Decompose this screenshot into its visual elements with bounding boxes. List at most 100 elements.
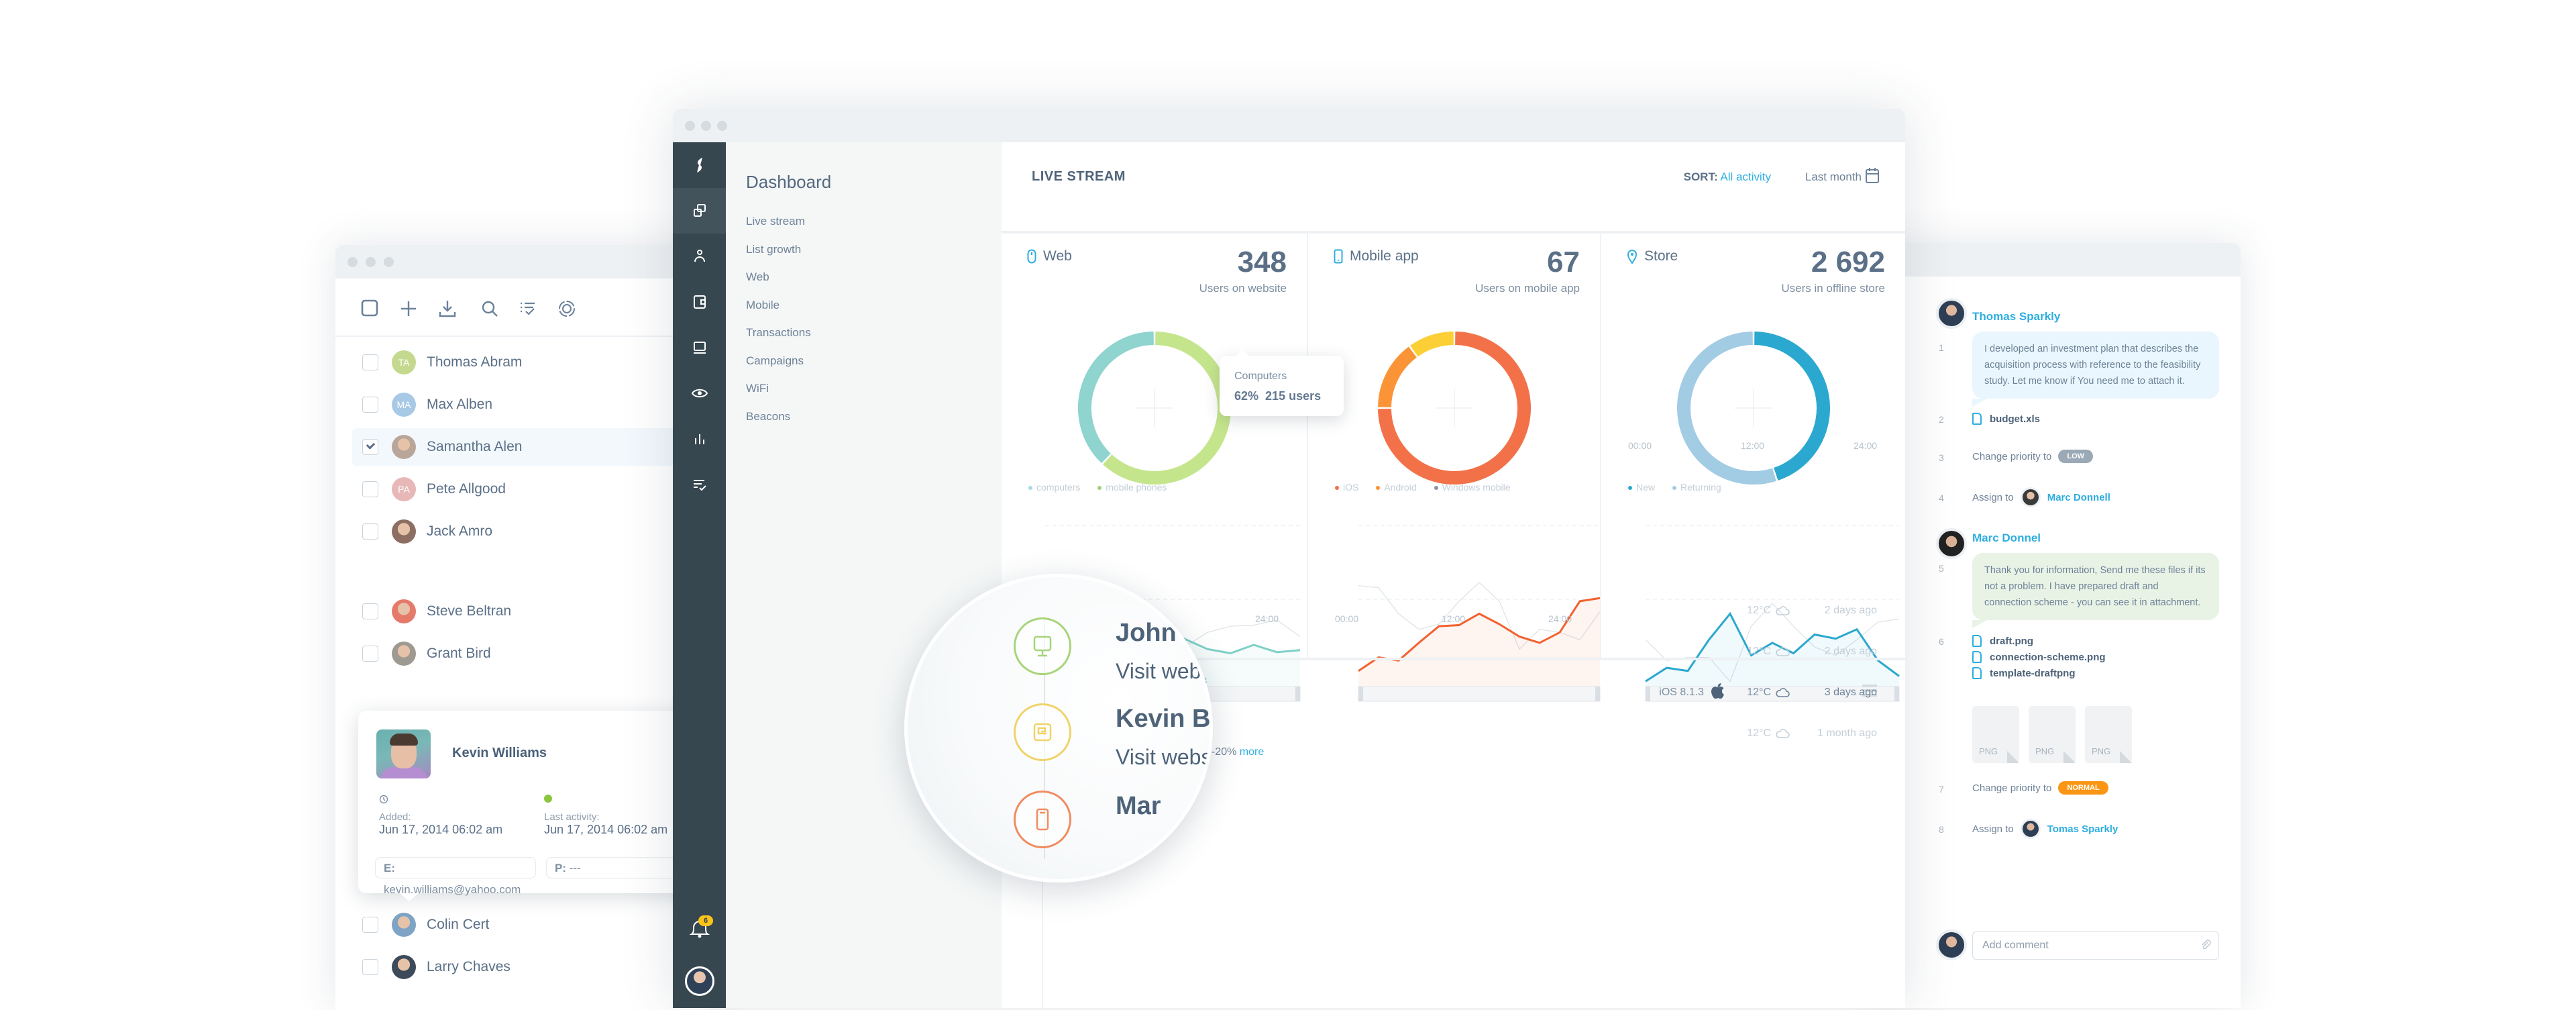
user-avatar[interactable]	[685, 966, 714, 996]
sort-value[interactable]: All activity	[1720, 170, 1771, 183]
contact-checkbox[interactable]	[362, 439, 378, 455]
attachment-draft[interactable]: draft.png	[1972, 635, 2033, 647]
attachment-connection-scheme[interactable]: connection-scheme.png	[1972, 651, 2106, 663]
contact-name[interactable]: Max Alben	[427, 397, 492, 413]
donut-slice-computers[interactable]	[1077, 332, 1154, 464]
sort-control[interactable]: SORT: All activity	[1684, 170, 1771, 184]
window-dot-minimize[interactable]	[701, 121, 711, 131]
calendar-icon[interactable]	[1865, 166, 1880, 184]
donut-slice-new[interactable]	[1754, 332, 1830, 481]
search-icon[interactable]	[480, 299, 500, 319]
rail-laptop[interactable]	[673, 325, 726, 370]
contact-checkbox[interactable]	[362, 481, 378, 497]
rail-devices[interactable]	[673, 188, 726, 234]
contact-name[interactable]: Colin Cert	[427, 917, 489, 933]
contact-checkbox[interactable]	[362, 397, 378, 413]
nav-item-mobile[interactable]: Mobile	[746, 299, 780, 312]
assignee-link[interactable]: Tomas Sparkly	[2047, 823, 2118, 835]
contact-row[interactable]: Samantha Alen	[352, 428, 674, 466]
nav-item-live-stream[interactable]: Live stream	[746, 215, 805, 228]
avatar-marc-donnell	[2020, 487, 2041, 507]
users-count: 67	[1547, 246, 1580, 279]
png-thumbnail[interactable]: PNG	[1972, 706, 2019, 763]
download-icon[interactable]	[437, 299, 458, 319]
rail-tasks[interactable]	[673, 462, 726, 507]
window-dot-maximize[interactable]	[717, 121, 727, 131]
png-thumbnail[interactable]: PNG	[2085, 706, 2132, 763]
support-icon[interactable]	[557, 299, 577, 319]
contact-checkbox[interactable]	[362, 959, 378, 975]
nav-item-wifi[interactable]: WiFi	[746, 382, 769, 395]
file-icon	[1972, 667, 1982, 679]
contact-row[interactable]: Larry Chaves	[352, 948, 674, 986]
contact-checkbox[interactable]	[362, 603, 378, 619]
contact-checkbox[interactable]	[362, 646, 378, 662]
contact-row[interactable]: PA Pete Allgood	[352, 470, 674, 508]
contact-row[interactable]: MA Max Alben	[352, 386, 674, 423]
window-dot-minimize[interactable]	[366, 257, 376, 267]
contact-row[interactable]: Jack Amro	[352, 513, 674, 550]
nav-item-beacons[interactable]: Beacons	[746, 410, 790, 423]
cloud-icon	[1776, 606, 1790, 615]
app-logo[interactable]	[673, 142, 726, 188]
donut-slice-windows-mobile[interactable]	[1409, 332, 1454, 357]
contact-checkbox[interactable]	[362, 523, 378, 540]
legend-item[interactable]: Android	[1376, 482, 1417, 493]
nav-item-list-growth[interactable]: List growth	[746, 243, 801, 256]
contact-name[interactable]: Larry Chaves	[427, 959, 511, 975]
period-selector[interactable]: Last month	[1805, 170, 1862, 184]
window-dot-close[interactable]	[685, 121, 695, 131]
contact-name[interactable]: Steve Beltran	[427, 603, 511, 619]
rail-wallet[interactable]	[673, 279, 726, 325]
add-comment-input[interactable]: Add comment	[1972, 931, 2219, 960]
email-field[interactable]: E: kevin.williams@yahoo.com	[375, 857, 536, 896]
contact-row[interactable]: Colin Cert	[352, 906, 674, 944]
contact-name[interactable]: Jack Amro	[427, 523, 492, 540]
contact-name[interactable]: Thomas Abram	[427, 354, 522, 370]
feed-link[interactable]: more	[1240, 746, 1264, 758]
window-dot-close[interactable]	[347, 257, 358, 267]
select-all-checkbox-icon[interactable]	[360, 299, 380, 319]
assignee-link[interactable]: Marc Donnell	[2047, 492, 2110, 503]
legend-item[interactable]: computers	[1028, 482, 1080, 493]
notifications-button[interactable]: 6	[686, 914, 713, 941]
legend-item[interactable]: mobile phones	[1097, 482, 1167, 493]
nav-item-transactions[interactable]: Transactions	[746, 326, 811, 340]
nav-item-web[interactable]: Web	[746, 270, 769, 284]
attachment-template-draft[interactable]: template-draftpng	[1972, 667, 2076, 679]
donut-tooltip: Computers 62% 215 users	[1220, 349, 1344, 416]
contact-checkbox[interactable]	[362, 354, 378, 370]
contact-checkbox[interactable]	[362, 917, 378, 933]
rail-users[interactable]	[673, 234, 726, 279]
legend-item[interactable]: New	[1628, 482, 1655, 493]
column-title: Mobile app	[1334, 248, 1419, 264]
window-dot-maximize[interactable]	[384, 257, 394, 267]
png-thumbnail[interactable]: PNG	[2029, 706, 2076, 763]
donut-slice-android[interactable]	[1377, 346, 1417, 408]
rail-stats[interactable]	[673, 416, 726, 462]
legend-item[interactable]: Windows mobile	[1434, 482, 1511, 493]
attachment-budget[interactable]: budget.xls	[1972, 413, 2040, 425]
legend-item[interactable]: Returning	[1672, 482, 1721, 493]
donut-chart	[1676, 332, 1830, 485]
comment-author[interactable]: Thomas Sparkly	[1972, 310, 2060, 323]
comment-author[interactable]: Marc Donnel	[1972, 532, 2041, 545]
rail-views[interactable]	[673, 370, 726, 416]
legend-item[interactable]: iOS	[1335, 482, 1358, 493]
contact-name[interactable]: Grant Bird	[427, 646, 491, 662]
contact-row[interactable]: TA Thomas Abram	[352, 344, 674, 381]
avatar-marc-donnel[interactable]	[1936, 528, 1967, 559]
avatar-thomas-sparkly[interactable]	[1936, 298, 1967, 329]
email-prefix: E:	[384, 862, 395, 874]
contact-name[interactable]: Pete Allgood	[427, 481, 506, 497]
nav-item-campaigns[interactable]: Campaigns	[746, 354, 804, 368]
feed-time: 3 days ago	[1824, 687, 1877, 698]
add-icon[interactable]	[398, 299, 419, 319]
filter-list-icon[interactable]	[518, 299, 538, 319]
magnified-activity-icon	[1014, 703, 1071, 761]
contact-row[interactable]: Steve Beltran	[352, 593, 674, 630]
legend-dot	[1335, 486, 1339, 491]
attach-paperclip-icon[interactable]	[2200, 939, 2212, 951]
contact-row[interactable]: Grant Bird	[352, 635, 674, 672]
contact-name[interactable]: Samantha Alen	[427, 439, 522, 455]
